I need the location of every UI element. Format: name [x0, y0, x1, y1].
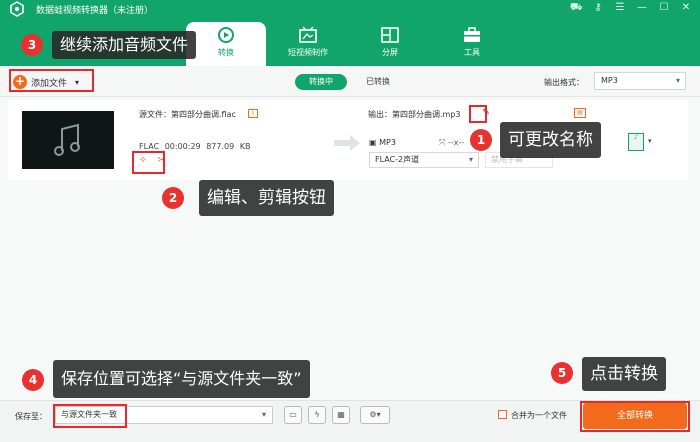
annotation-callout-5: 点击转换 [582, 357, 666, 391]
video-maker-icon [299, 26, 317, 43]
highlight-edit-buttons [132, 151, 165, 174]
source-file-name: 源文件：第四部分曲调.flac [139, 110, 236, 119]
tab-convert-label: 转换 [218, 48, 234, 57]
format-dropdown-icon[interactable]: ▾ [648, 137, 652, 145]
merge-checkbox[interactable] [498, 410, 507, 419]
arrow-right-icon [334, 135, 360, 151]
cart-icon[interactable]: ⛟ [570, 2, 583, 15]
toolbar: + 添加文件 ▾ 转换中 已转换 输出格式： MP3 [0, 66, 700, 97]
annotation-callout-1: 可更改名称 [500, 122, 601, 158]
annotation-callout-2: 编辑、剪辑按钮 [199, 180, 334, 216]
save-to-label: 保存至： [15, 412, 47, 421]
file-meta: FLAC 00:00:29 877.09 KB [139, 142, 250, 151]
output-format-text: MP3 [379, 138, 396, 147]
tab-toolbox[interactable]: 工具 [432, 22, 512, 66]
folder-icon[interactable]: ▭ [284, 406, 302, 424]
annotation-bubble-4: 4 [22, 369, 44, 391]
annotation-bubble-3: 3 [21, 34, 43, 56]
tab-split-screen-label: 分屏 [382, 48, 398, 57]
annotation-callout-3: 继续添加音频文件 [52, 31, 197, 59]
audio-channel-select[interactable]: FLAC-2声道 [369, 152, 479, 168]
tab-video-maker[interactable]: 短视频制作 [268, 22, 348, 66]
annotation-bubble-1: 1 [470, 129, 492, 151]
tab-convert[interactable]: 转换 [186, 22, 266, 66]
highlight-save-to [53, 404, 127, 428]
highlight-convert-all [580, 401, 690, 432]
minimize-icon[interactable]: — [636, 2, 648, 15]
format-music-icon[interactable]: ♪ [628, 133, 644, 151]
gpu-icon[interactable]: ▦ [332, 406, 350, 424]
merge-label: 合并为一个文件 [511, 411, 567, 420]
hardware-accel-icon[interactable]: ϟ [308, 406, 326, 424]
output-format-select[interactable]: MP3 [594, 72, 686, 90]
tab-converting[interactable]: 转换中 [295, 74, 347, 90]
file-size: 877.09 KB [206, 142, 251, 151]
app-logo-icon [10, 1, 24, 17]
tab-video-maker-label: 短视频制作 [288, 48, 328, 57]
annotation-bubble-5: 5 [551, 362, 573, 384]
convert-icon [218, 27, 234, 43]
file-format: FLAC [139, 142, 160, 151]
settings-gear-icon[interactable]: ⚙▾ [360, 406, 390, 424]
output-resolution-text: --x-- [447, 138, 465, 147]
info-icon[interactable]: i [248, 109, 258, 118]
key-icon[interactable]: ⚷ [592, 2, 604, 15]
close-icon[interactable]: ✕ [680, 2, 692, 15]
audio-thumbnail [22, 111, 114, 169]
tab-toolbox-label: 工具 [464, 48, 480, 57]
file-duration: 00:00:29 [164, 142, 201, 151]
annotation-callout-4: 保存位置可选择“与源文件夹一致” [53, 360, 310, 398]
annotation-bubble-2: 2 [162, 187, 184, 209]
output-format: ▣ MP3 [369, 138, 396, 147]
toolbox-icon [464, 27, 480, 42]
output-file-name: 输出：第四部分曲调.mp3 [368, 110, 461, 119]
music-note-icon [54, 123, 80, 156]
maximize-icon[interactable]: ☐ [658, 2, 670, 15]
split-screen-icon [381, 27, 399, 43]
tab-converted[interactable]: 已转换 [356, 74, 400, 90]
output-resolution: ⤧ --x-- [439, 138, 465, 147]
highlight-rename [469, 105, 487, 123]
app-title: 数据蛙视频转换器（未注册） [36, 6, 154, 16]
output-format-label: 输出格式： [544, 78, 584, 87]
highlight-add-file [9, 69, 94, 92]
tab-split-screen[interactable]: 分屏 [350, 22, 430, 66]
output-settings-icon[interactable]: ▤ [574, 108, 586, 118]
window-controls: ⛟ ⚷ ☰ — ☐ ✕ [570, 2, 692, 15]
menu-icon[interactable]: ☰ [614, 2, 626, 15]
